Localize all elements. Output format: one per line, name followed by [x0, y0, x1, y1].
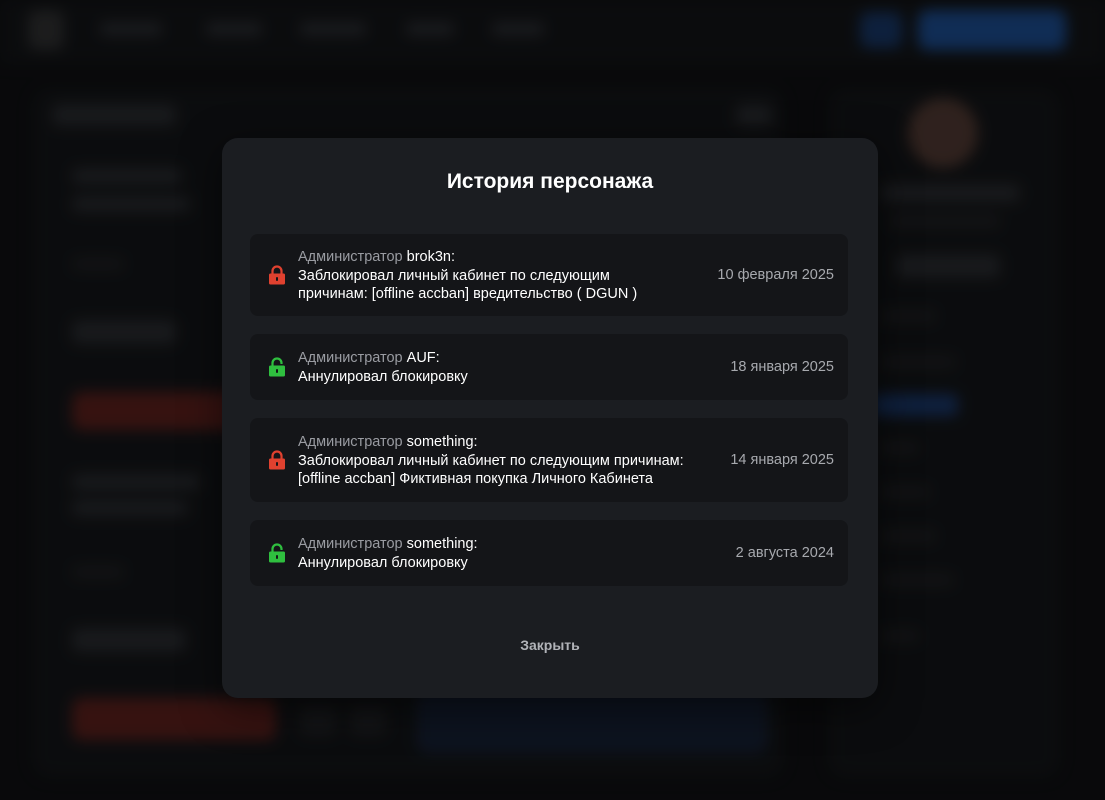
entry-action: Заблокировал личный кабинет по следующим	[298, 267, 610, 284]
close-button[interactable]: Закрыть	[500, 632, 600, 658]
entry-text: Администратор AUF: Аннулировал блокировк…	[298, 349, 468, 386]
entry-action: [offline accban] Фиктивная покупка Лично…	[298, 471, 653, 487]
entry-date: 2 августа 2024	[735, 545, 834, 561]
entry-role: Администратор	[298, 434, 403, 450]
lock-open-icon	[269, 357, 285, 377]
entry-admin: AUF:	[406, 350, 440, 366]
entry-date: 10 февраля 2025	[717, 267, 834, 283]
entry-action: Аннулировал блокировку	[298, 368, 468, 385]
entry-admin: something:	[406, 536, 478, 552]
entry-action: Заблокировал личный кабинет по следующим…	[298, 452, 684, 469]
entry-text: Администратор something: Заблокировал ли…	[298, 433, 684, 489]
entry-role: Администратор	[298, 536, 403, 552]
history-entry: Администратор something: Аннулировал бло…	[250, 520, 848, 586]
history-entry: Администратор something: Заблокировал ли…	[250, 418, 848, 502]
history-entry: Администратор AUF: Аннулировал блокировк…	[250, 334, 848, 400]
entry-action: причинам: [offline accban] вредительство…	[298, 286, 638, 302]
entry-role: Администратор	[298, 350, 403, 366]
entry-date: 14 января 2025	[730, 452, 834, 468]
entry-admin: something:	[406, 434, 478, 450]
entry-date: 18 января 2025	[730, 359, 834, 375]
lock-closed-icon	[269, 450, 285, 470]
entry-text: Администратор brok3n: Заблокировал личны…	[298, 248, 637, 304]
modal-title: История персонажа	[446, 170, 654, 193]
lock-closed-icon	[269, 265, 285, 285]
entry-admin: brok3n:	[406, 249, 456, 265]
entry-role: Администратор	[298, 249, 403, 265]
character-history-modal: История персонажа Администратор brok3n: …	[222, 138, 878, 698]
entry-action: Аннулировал блокировку	[298, 554, 468, 571]
history-entry: Администратор brok3n: Заблокировал личны…	[250, 234, 848, 316]
lock-open-icon	[269, 543, 285, 563]
entry-text: Администратор something: Аннулировал бло…	[298, 535, 478, 572]
